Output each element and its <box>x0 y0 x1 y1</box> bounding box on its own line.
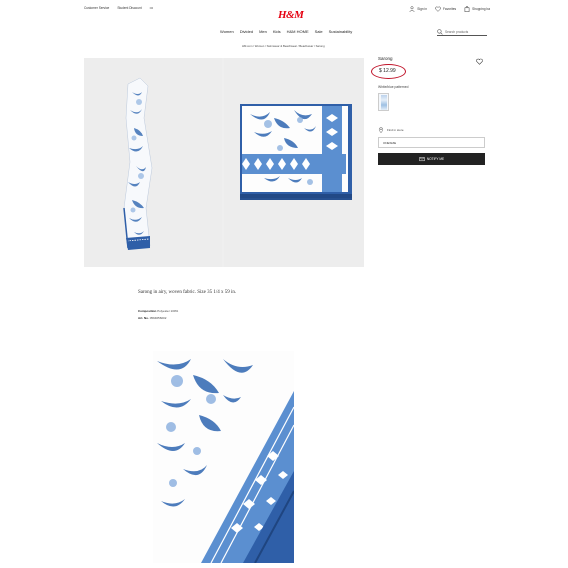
product-image-folded[interactable] <box>224 58 364 267</box>
heart-icon <box>435 6 441 12</box>
product-description: Sarong in airy, woven fabric. Size 35 1/… <box>84 270 364 345</box>
favorites-link[interactable]: Favorites <box>435 6 456 12</box>
art-no-label: Art. No. <box>138 316 149 320</box>
person-icon <box>409 6 415 12</box>
nav-item-sale[interactable]: Sale <box>315 29 323 34</box>
envelope-icon <box>419 157 425 162</box>
find-in-store-link[interactable]: Find in store <box>378 127 485 133</box>
nav-item-men[interactable]: Men <box>259 29 267 34</box>
more-menu[interactable]: ••• <box>150 6 153 10</box>
description-text: Sarong in airy, woven fabric. Size 35 1/… <box>138 290 237 295</box>
nav-item-sustainability[interactable]: Sustainability <box>329 29 353 34</box>
nav-item-divided[interactable]: Divided <box>240 29 253 34</box>
search-input[interactable]: Search products <box>437 28 487 36</box>
product-title: Sarong <box>378 56 393 61</box>
nav-item-h-m-home[interactable]: H&M HOME <box>287 29 309 34</box>
composition-value: Polyester 100% <box>157 309 179 313</box>
bag-icon <box>464 6 470 12</box>
product-details: Composition Polyester 100% Art. No. 0594… <box>138 308 178 322</box>
product-info-panel: Sarong $ 12.99 White/blue patterned Find… <box>371 56 485 165</box>
composition-row: Composition Polyester 100% <box>138 308 178 315</box>
breadcrumb[interactable]: HM.com / Women / Swimwear & Beachwear / … <box>242 44 325 48</box>
price-area: $ 12.99 <box>371 64 408 79</box>
location-pin-icon <box>378 127 384 133</box>
find-in-store-label: Find in store <box>387 128 404 132</box>
color-swatch[interactable] <box>378 93 389 111</box>
favorites-label: Favorites <box>442 7 457 11</box>
color-name: White/blue patterned <box>378 85 409 89</box>
size-selector[interactable]: ONESIZE <box>378 137 485 148</box>
nav-item-kids[interactable]: Kids <box>273 29 281 34</box>
search-placeholder: Search products <box>445 29 469 34</box>
main-nav: Women Divided Men Kids H&M HOME Sale Sustainab… <box>220 29 352 34</box>
swatch-image <box>381 95 387 110</box>
sign-in-label: Sign in <box>417 7 427 11</box>
nav-item-women[interactable]: Women <box>220 29 234 34</box>
product-gallery <box>84 58 364 267</box>
customer-service-link[interactable]: Customer Service <box>84 6 109 10</box>
student-discount-link[interactable]: Student Discount <box>117 6 141 10</box>
shopping-bag-link[interactable]: Shopping ba <box>464 6 490 12</box>
product-image-detail[interactable] <box>153 351 295 564</box>
heart-icon[interactable] <box>476 58 483 65</box>
shopping-bag-label: Shopping ba <box>472 7 490 11</box>
search-icon <box>437 28 443 35</box>
hm-logo[interactable]: H&M <box>278 9 304 21</box>
notify-me-label: NOTIFY ME <box>426 157 445 161</box>
product-price: $ 12.99 <box>379 68 396 74</box>
notify-me-button[interactable]: NOTIFY ME <box>378 153 485 165</box>
composition-label: Composition <box>138 309 157 313</box>
art-no-value: 0594656002 <box>149 316 167 320</box>
product-image-worn[interactable] <box>84 58 222 267</box>
sign-in-link[interactable]: Sign in <box>409 6 427 12</box>
art-no-row: Art. No. 0594656002 <box>138 315 178 322</box>
